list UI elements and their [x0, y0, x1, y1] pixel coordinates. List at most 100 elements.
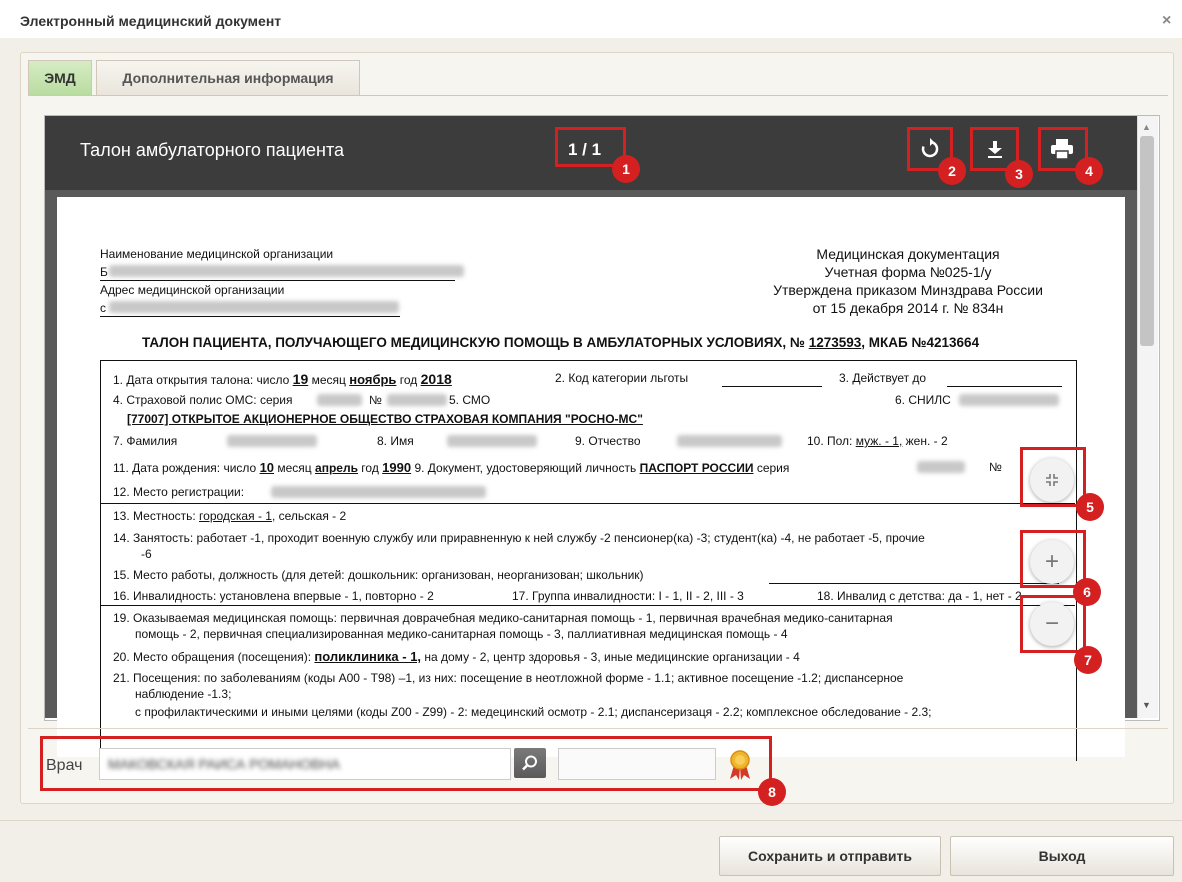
locality-urban: городская - 1	[199, 509, 272, 523]
disability-label: 16. Инвалидность: установлена впервые - …	[113, 589, 434, 603]
open-date-label: 1. Дата открытия талона: число	[113, 373, 290, 387]
divider	[100, 605, 1075, 606]
tab-additional-info[interactable]: Дополнительная информация	[96, 60, 360, 96]
heading-text: ТАЛОН ПАЦИЕНТА, ПОЛУЧАЮЩЕГО МЕДИЦИНСКУЮ …	[142, 335, 805, 350]
org-address-prefix: с	[100, 301, 106, 315]
locality-rural: , сельская - 2	[271, 509, 347, 523]
divider	[100, 316, 400, 317]
close-icon[interactable]: ×	[1162, 12, 1171, 30]
badge-8: 8	[758, 778, 786, 806]
disability-group-label: 17. Группа инвалидности: I - 1, II - 2, …	[512, 589, 744, 603]
name-redacted	[447, 435, 537, 447]
id-number-label: №	[989, 460, 1002, 474]
viewer-title: Талон амбулаторного пациента	[80, 140, 344, 160]
highlight-box-zoom-out	[1020, 595, 1086, 653]
document-page: Наименование медицинской организации Б А…	[57, 197, 1125, 761]
header-line: Учетная форма №025-1/у	[824, 264, 992, 280]
scroll-down-icon[interactable]: ▼	[1142, 700, 1151, 710]
workplace-label: 15. Место работы, должность (для детей: …	[113, 568, 644, 582]
registration-label: 12. Место регистрации:	[113, 485, 245, 499]
visits-line-3: с профилактическими и иными целями (коды…	[135, 705, 932, 719]
employment-line-1: 14. Занятость: работает -1, проходит вое…	[113, 531, 925, 545]
sex-field: 10. Пол: муж. - 1, жен. - 2	[807, 434, 948, 448]
heading-tail: , МКАБ №4213664	[861, 335, 980, 350]
registration-redacted	[271, 486, 486, 498]
highlight-box-zoom-in	[1020, 530, 1086, 588]
document-heading: ТАЛОН ПАЦИЕНТА, ПОЛУЧАЮЩЕГО МЕДИЦИНСКУЮ …	[142, 335, 979, 350]
exit-button[interactable]: Выход	[950, 836, 1174, 876]
badge-4: 4	[1075, 157, 1103, 185]
open-month: ноябрь	[349, 372, 397, 387]
id-doc-label: 9. Документ, удостоверяющий личность	[414, 461, 637, 475]
visit-place-field: 20. Место обращения (посещения): поликли…	[113, 649, 800, 664]
visits-line-1: 21. Посещения: по заболеваниям (коды А00…	[113, 671, 904, 685]
birth-month: апрель	[315, 461, 358, 475]
org-name-redacted	[109, 265, 464, 277]
surname-label: 7. Фамилия	[113, 434, 178, 448]
row-birth-date: 11. Дата рождения: число 10 месяц апрель…	[113, 460, 789, 475]
smo-label: 5. СМО	[449, 393, 491, 407]
divider	[100, 280, 455, 281]
header-line: Утверждена приказом Минздрава России	[773, 282, 1043, 298]
birth-day: 10	[259, 460, 275, 475]
locality-field: 13. Местность: городская - 1, сельская -…	[113, 509, 346, 523]
open-month-label: месяц	[311, 373, 346, 387]
org-address-label: Адрес медицинской организации	[100, 283, 285, 297]
id-series-redacted	[917, 461, 965, 473]
valid-until-label: 3. Действует до	[839, 371, 927, 385]
underline	[947, 386, 1062, 387]
badge-5: 5	[1076, 493, 1104, 521]
badge-3: 3	[1005, 160, 1033, 188]
row-open-date: 1. Дата открытия талона: число 19 месяц …	[113, 371, 452, 387]
underline	[769, 583, 1059, 584]
save-and-send-button[interactable]: Сохранить и отправить	[719, 836, 941, 876]
visit-place-options: на дому - 2, центр здоровья - 3, иные ме…	[424, 650, 800, 664]
badge-2: 2	[938, 157, 966, 185]
locality-label: 13. Местность:	[113, 509, 196, 523]
highlight-box-signature	[40, 736, 772, 791]
id-series-label: серия	[756, 461, 790, 475]
underline	[722, 386, 822, 387]
sex-male: муж. - 1,	[855, 434, 903, 448]
dialog-title: Электронный медицинский документ	[20, 13, 282, 29]
policy-series-label: 4. Страховой полис ОМС: серия	[113, 393, 293, 407]
surname-redacted	[227, 435, 317, 447]
birth-month-label: месяц	[277, 461, 312, 475]
org-address-redacted	[109, 301, 399, 313]
policy-series-redacted	[317, 394, 362, 406]
id-doc-value: ПАСПОРТ РОССИИ	[639, 461, 754, 475]
talon-number: 1273593	[808, 335, 862, 350]
form-header-right: Медицинская документация Учетная форма №…	[743, 245, 1073, 317]
org-name-label: Наименование медицинской организации	[100, 247, 334, 261]
employment-line-2: -6	[141, 547, 152, 561]
birth-year-label: год	[361, 461, 379, 475]
benefit-code-label: 2. Код категории льготы	[555, 371, 689, 385]
open-day: 19	[292, 371, 309, 387]
divider	[28, 728, 1168, 729]
badge-1: 1	[612, 155, 640, 183]
birth-year: 1990	[382, 460, 412, 475]
scroll-up-icon[interactable]: ▲	[1142, 122, 1151, 132]
org-name-prefix: Б	[100, 265, 108, 279]
open-year: 2018	[420, 371, 452, 387]
divider	[100, 503, 1075, 504]
visits-line-2: наблюдение -1.3;	[135, 687, 232, 701]
header-line: от 15 декабря 2014 г. № 834н	[812, 300, 1004, 316]
policy-number-redacted	[387, 394, 447, 406]
open-year-label: год	[399, 373, 418, 387]
sex-label: 10. Пол:	[807, 434, 853, 448]
header-line: Медицинская документация	[816, 246, 1000, 262]
patronymic-redacted	[677, 435, 782, 447]
tab-emd[interactable]: ЭМД	[28, 60, 92, 95]
care-type-line-1: 19. Оказываемая медицинская помощь: перв…	[113, 611, 893, 625]
snils-label: 6. СНИЛС	[895, 393, 951, 407]
insurance-company: [77007] ОТКРЫТОЕ АКЦИОНЕРНОЕ ОБЩЕСТВО СТ…	[127, 412, 643, 426]
visit-place-value: поликлиника - 1,	[314, 649, 422, 664]
care-type-line-2: помощь - 2, первичная специализированная…	[135, 627, 788, 641]
sex-female: жен. - 2	[905, 434, 948, 448]
name-label: 8. Имя	[377, 434, 414, 448]
birth-label: 11. Дата рождения: число	[113, 461, 257, 475]
badge-7: 7	[1074, 646, 1102, 674]
childhood-disability-label: 18. Инвалид с детства: да - 1, нет - 2	[817, 589, 1022, 603]
scrollbar-thumb[interactable]	[1140, 136, 1154, 346]
